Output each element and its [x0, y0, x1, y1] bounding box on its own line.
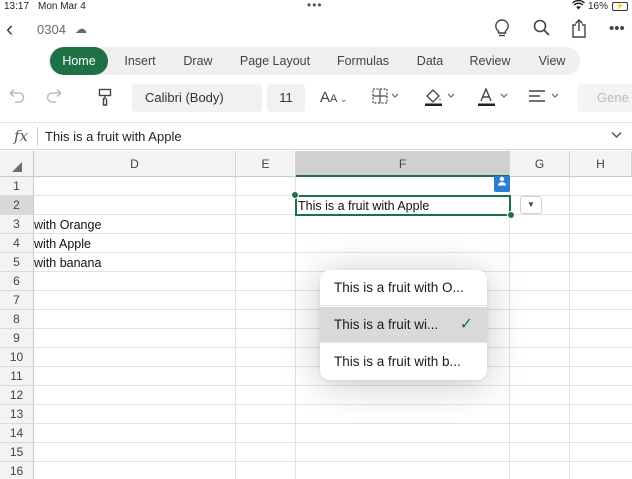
row-header[interactable]: 8: [0, 310, 34, 329]
row-header[interactable]: 1: [0, 177, 34, 196]
gridline: [34, 461, 632, 462]
format-painter-icon[interactable]: [98, 88, 112, 112]
dropdown-option[interactable]: This is a fruit with b...: [320, 344, 487, 380]
dropdown-option-label: This is a fruit with b...: [334, 354, 461, 369]
gridline: [34, 385, 632, 386]
checkmark-icon: ✓: [459, 316, 473, 333]
row-header[interactable]: 11: [0, 367, 34, 386]
dropdown-option[interactable]: This is a fruit with O...: [320, 270, 487, 306]
column-header-g[interactable]: G: [510, 151, 570, 177]
row-header[interactable]: 5: [0, 253, 34, 272]
tab-page-layout[interactable]: Page Layout: [234, 47, 316, 75]
row-header[interactable]: 7: [0, 291, 34, 310]
tab-home[interactable]: Home: [50, 47, 108, 75]
wifi-icon: [571, 0, 586, 13]
row-header[interactable]: 3: [0, 215, 34, 234]
row-header[interactable]: 12: [0, 386, 34, 405]
gridline: [34, 423, 632, 424]
select-all-icon: [12, 162, 22, 172]
row-header[interactable]: 9: [0, 329, 34, 348]
row-header[interactable]: 2: [0, 196, 34, 215]
column-header-d[interactable]: D: [34, 151, 236, 177]
gridline: [34, 404, 632, 405]
tab-view[interactable]: View: [528, 47, 576, 75]
document-name[interactable]: 0304: [37, 22, 66, 37]
fill-color-icon[interactable]: [424, 88, 456, 112]
title-bar: ‹ 0304 ☁ •••: [0, 14, 632, 46]
column-header-f[interactable]: F: [296, 151, 510, 177]
row-header[interactable]: 13: [0, 405, 34, 424]
share-icon[interactable]: [571, 19, 587, 43]
home-toolbar: Calibri (Body) 11 AA ⌄ Gene: [0, 80, 632, 116]
gridline: [34, 233, 632, 234]
cell-f2[interactable]: This is a fruit with Apple: [298, 197, 429, 215]
battery-percent: 16%: [588, 1, 609, 12]
font-size-picker[interactable]: 11: [267, 84, 305, 112]
search-icon[interactable]: [533, 19, 550, 41]
row-header[interactable]: 10: [0, 348, 34, 367]
column-header-e[interactable]: E: [236, 151, 296, 177]
chevron-down-icon[interactable]: [611, 128, 622, 142]
number-format-picker[interactable]: Gene: [577, 84, 632, 112]
tab-data[interactable]: Data: [408, 47, 452, 75]
row-header[interactable]: 4: [0, 234, 34, 253]
column-header-h[interactable]: H: [570, 151, 632, 177]
gridline: [34, 252, 632, 253]
dropdown-toggle-button[interactable]: ▼: [520, 196, 542, 214]
back-chevron-icon[interactable]: ‹: [6, 16, 13, 42]
selection-handle-top[interactable]: [291, 191, 299, 199]
row-header[interactable]: 16: [0, 462, 34, 479]
gridline: [34, 442, 632, 443]
redo-icon[interactable]: [46, 88, 63, 110]
formula-divider: [37, 127, 38, 146]
lightbulb-icon[interactable]: [495, 19, 509, 43]
fx-icon[interactable]: fx: [14, 127, 28, 145]
cloud-sync-icon: ☁: [75, 22, 87, 36]
font-name-picker[interactable]: Calibri (Body): [132, 84, 262, 112]
row-header[interactable]: 14: [0, 424, 34, 443]
more-options-icon[interactable]: •••: [609, 19, 625, 39]
tab-draw[interactable]: Draw: [174, 47, 222, 75]
formula-input[interactable]: This is a fruit with Apple: [45, 129, 182, 144]
dropdown-option-selected[interactable]: This is a fruit wi... ✓: [320, 307, 487, 343]
tab-insert[interactable]: Insert: [114, 47, 166, 75]
dropdown-option-label: This is a fruit with O...: [334, 280, 464, 295]
row-header[interactable]: 6: [0, 272, 34, 291]
collaborator-icon: [494, 176, 510, 192]
select-all-corner[interactable]: [0, 151, 34, 177]
tab-review[interactable]: Review: [462, 47, 518, 75]
battery-charging-icon: ⚡: [612, 2, 628, 11]
formula-bar: fx This is a fruit with Apple: [0, 122, 632, 150]
borders-icon[interactable]: [372, 88, 400, 110]
font-color-icon[interactable]: [477, 87, 509, 112]
undo-icon[interactable]: [8, 88, 25, 110]
font-size-increase-icon[interactable]: AA ⌄: [320, 88, 347, 109]
cell-d3[interactable]: with Orange: [34, 216, 101, 235]
tab-formulas[interactable]: Formulas: [330, 47, 396, 75]
align-icon[interactable]: [528, 88, 560, 110]
cell-d4[interactable]: with Apple: [34, 235, 91, 254]
status-date: Mon Mar 4: [38, 1, 86, 12]
data-validation-dropdown: This is a fruit with O... This is a frui…: [320, 270, 487, 380]
selection-handle-bottom[interactable]: [507, 211, 515, 219]
status-bar: 13:17 Mon Mar 4 ••• 16% ⚡: [0, 0, 632, 14]
ribbon-tabs: Home Insert Draw Page Layout Formulas Da…: [48, 47, 580, 75]
multitasking-dots-icon[interactable]: •••: [307, 0, 323, 12]
row-header[interactable]: 15: [0, 443, 34, 462]
status-time: 13:17: [4, 1, 30, 12]
dropdown-option-label: This is a fruit wi...: [334, 317, 439, 332]
cell-d5[interactable]: with banana: [34, 254, 101, 273]
